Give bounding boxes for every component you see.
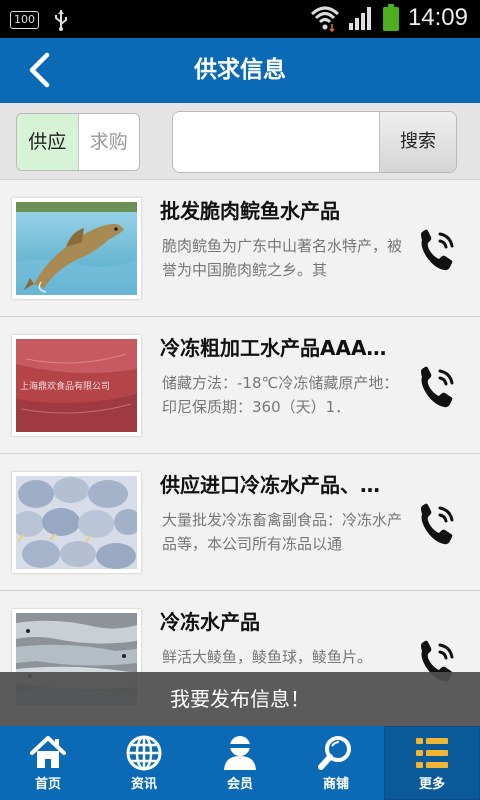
filter-bar: 供应 求购 搜索	[0, 103, 480, 180]
nav-label-more: 更多	[418, 777, 445, 792]
item-description: 大量批发冷冻畜禽副食品：冷冻水产品等，本公司所有冻品以通	[162, 511, 403, 553]
status-right: 14:09	[310, 4, 468, 32]
search-button[interactable]: 搜索	[379, 112, 456, 172]
item-title: 冷冻粗加工水产品AAA…	[160, 336, 387, 360]
nav-item-shop[interactable]: 商铺	[288, 726, 384, 800]
list-item[interactable]: 供应进口冷冻水产品、… 大量批发冷冻畜禽副食品：冷冻水产品等，本公司所有冻品以通	[0, 454, 480, 591]
publish-info-button[interactable]: 我要发布信息！	[0, 672, 480, 726]
wifi-icon	[310, 6, 339, 32]
item-description: 脆肉鲩鱼为广东中山著名水特产，被誉为中国脆肉鲩之乡。其	[162, 237, 403, 279]
nav-label-home: 首页	[34, 777, 61, 792]
frozen-fish-meat-image: 上海鼎欢食品有限公司	[12, 335, 141, 436]
item-description: 储藏方法：-18℃冷冻储藏原产地：印尼保质期：360（天）1．	[162, 374, 399, 416]
item-title: 批发脆肉鲩鱼水产品	[160, 199, 340, 223]
supply-list: 批发脆肉鲩鱼水产品 脆肉鲩鱼为广东中山著名水特产，被誉为中国脆肉鲩之乡。其 上海…	[0, 180, 480, 725]
clock: 14:09	[407, 4, 468, 31]
globe-icon	[126, 735, 162, 771]
nav-label-shop: 商铺	[322, 777, 349, 792]
nav-item-member[interactable]: 会员	[192, 726, 288, 800]
nav-item-news[interactable]: 资讯	[96, 726, 192, 800]
nav-item-more[interactable]: 更多	[384, 726, 480, 800]
signal-icon	[348, 7, 371, 30]
battery-level-badge: 100	[10, 11, 39, 29]
search-box: 搜索	[172, 111, 457, 173]
item-title: 供应进口冷冻水产品、…	[160, 473, 380, 497]
tab-supply[interactable]: 供应	[17, 114, 79, 170]
usb-icon	[55, 10, 67, 31]
item-title: 冷冻水产品	[160, 610, 260, 634]
list-item[interactable]: 批发脆肉鲩鱼水产品 脆肉鲩鱼为广东中山著名水特产，被誉为中国脆肉鲩之乡。其	[0, 180, 480, 317]
status-bar: 100 14:09	[0, 0, 480, 38]
phone-icon[interactable]	[412, 500, 460, 548]
title-bar: 供求信息	[0, 38, 480, 103]
phone-icon[interactable]	[412, 226, 460, 274]
search-input[interactable]	[173, 112, 380, 172]
nav-label-member: 会员	[226, 777, 253, 792]
watermark-text: 上海鼎欢食品有限公司	[20, 380, 110, 392]
status-left: 100	[10, 8, 69, 32]
nav-item-home[interactable]: 首页	[0, 726, 96, 800]
battery-icon	[382, 4, 399, 31]
fish-jumping-image	[12, 198, 141, 299]
tab-demand[interactable]: 求购	[78, 114, 139, 170]
user-icon	[224, 736, 256, 770]
supply-demand-toggle: 供应 求购	[16, 113, 140, 171]
search-icon	[318, 736, 351, 770]
page-title: 供求信息	[194, 57, 286, 83]
home-icon	[30, 736, 66, 768]
phone-icon[interactable]	[412, 363, 460, 411]
bottom-nav: 首页 资讯 会员 商铺 更多	[0, 726, 480, 800]
list-item[interactable]: 上海鼎欢食品有限公司 冷冻粗加工水产品AAA… 储藏方法：-18℃冷冻储藏原产地…	[0, 317, 480, 454]
frozen-pomfret-image	[12, 472, 141, 573]
nav-label-news: 资讯	[130, 777, 157, 792]
list-icon	[416, 738, 448, 768]
